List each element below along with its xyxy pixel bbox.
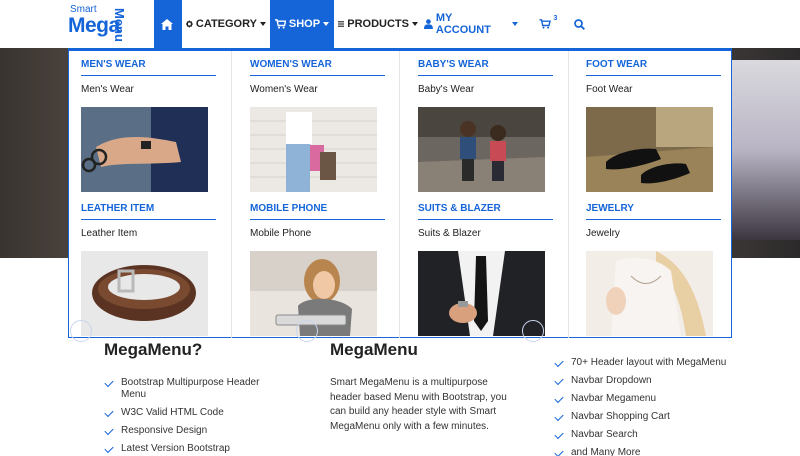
nav-account[interactable]: MY ACCOUNT: [424, 0, 518, 48]
nav-category[interactable]: CATEGORY: [186, 0, 266, 48]
decorative-circle: [522, 320, 544, 342]
cart-icon: [274, 19, 286, 29]
category-link[interactable]: Baby's Wear: [418, 84, 553, 96]
column-divider: [568, 51, 569, 338]
cart-badge: 3: [553, 14, 558, 22]
home-icon: [160, 18, 173, 30]
nav-shop-label: SHOP: [288, 18, 321, 30]
check-icon: [554, 357, 564, 368]
category-link[interactable]: Leather Item: [81, 228, 216, 240]
check-icon: [104, 377, 114, 388]
menu-icon: [338, 21, 345, 27]
category-jewelry: JEWELRY Jewelry: [586, 203, 721, 336]
hero-background-right: [730, 60, 800, 240]
list-item: 70+ Header layout with MegaMenu: [554, 357, 754, 369]
category-link[interactable]: Men's Wear: [81, 84, 216, 96]
column-divider: [399, 51, 400, 338]
leather-item-image[interactable]: [81, 251, 208, 336]
category-leather-item: LEATHER ITEM Leather Item: [81, 203, 216, 336]
list-item: Navbar Megamenu: [554, 393, 754, 405]
category-link[interactable]: Foot Wear: [586, 84, 721, 96]
logo[interactable]: Smart Mega Menu: [68, 4, 130, 44]
right-feature-list: 70+ Header layout with MegaMenu Navbar D…: [554, 357, 754, 456]
left-feature-list: Bootstrap Multipurpose Header Menu W3C V…: [104, 377, 274, 456]
left-section-title: MegaMenu?: [104, 340, 203, 359]
center-section-title: MegaMenu: [330, 340, 418, 359]
list-item: Navbar Dropdown: [554, 375, 754, 387]
nav-products-label: PRODUCTS: [347, 18, 409, 30]
check-icon: [104, 407, 114, 418]
list-item: Latest Version Bootstrap: [104, 443, 274, 455]
decorative-circle: [70, 320, 92, 342]
babys-wear-image[interactable]: [418, 107, 545, 192]
chevron-down-icon: [260, 22, 266, 26]
jewelry-image[interactable]: [586, 251, 713, 336]
nav-category-label: CATEGORY: [195, 18, 257, 30]
check-icon: [554, 447, 564, 456]
chevron-down-icon: [412, 22, 418, 26]
category-mobile-phone: MOBILE PHONE Mobile Phone: [250, 203, 385, 336]
mens-wear-image[interactable]: [81, 107, 208, 192]
nav-search[interactable]: [570, 0, 592, 48]
list-item: Navbar Shopping Cart: [554, 411, 754, 423]
category-babys-wear: BABY'S WEAR Baby's Wear: [418, 59, 553, 192]
nav-home[interactable]: [154, 0, 182, 48]
list-item: Navbar Search: [554, 429, 754, 441]
category-title[interactable]: JEWELRY: [586, 203, 721, 220]
category-title[interactable]: WOMEN'S WEAR: [250, 59, 385, 76]
category-title[interactable]: SUITS & BLAZER: [418, 203, 553, 220]
category-link[interactable]: Mobile Phone: [250, 228, 385, 240]
search-icon: [574, 18, 585, 30]
user-icon: [424, 19, 433, 29]
nav-products[interactable]: PRODUCTS: [338, 0, 418, 48]
chevron-down-icon: [512, 22, 518, 26]
check-icon: [554, 393, 564, 404]
category-link[interactable]: Suits & Blazer: [418, 228, 553, 240]
check-icon: [554, 375, 564, 386]
logo-menu: Menu: [112, 8, 127, 42]
check-icon: [104, 425, 114, 436]
check-icon: [554, 411, 564, 422]
category-title[interactable]: BABY'S WEAR: [418, 59, 553, 76]
list-item: Bootstrap Multipurpose Header Menu: [104, 377, 274, 401]
category-title[interactable]: LEATHER ITEM: [81, 203, 216, 220]
cart-icon: [539, 19, 551, 29]
category-link[interactable]: Jewelry: [586, 228, 721, 240]
center-paragraph: Smart MegaMenu is a multipurpose header …: [330, 377, 507, 432]
foot-wear-image[interactable]: [586, 107, 713, 192]
category-title[interactable]: MEN'S WEAR: [81, 59, 216, 76]
column-divider: [231, 51, 232, 338]
category-title[interactable]: MOBILE PHONE: [250, 203, 385, 220]
chevron-down-icon: [323, 22, 330, 26]
mega-menu-panel: MEN'S WEAR Men's Wear WOMEN'S WEAR Women…: [68, 48, 732, 338]
category-title[interactable]: FOOT WEAR: [586, 59, 721, 76]
list-item: and Many More: [554, 447, 754, 456]
decorative-circle: [296, 320, 318, 342]
check-icon: [554, 429, 564, 440]
womens-wear-image[interactable]: [250, 107, 377, 192]
navbar: Smart Mega Menu CATEGORY SHOP PRODUCTS M…: [0, 0, 800, 48]
list-item: Responsive Design: [104, 425, 274, 437]
category-link[interactable]: Women's Wear: [250, 84, 385, 96]
category-womens-wear: WOMEN'S WEAR Women's Wear: [250, 59, 385, 192]
gear-icon: [186, 20, 193, 28]
nav-account-label: MY ACCOUNT: [435, 12, 491, 36]
nav-shop[interactable]: SHOP: [270, 0, 334, 48]
category-foot-wear: FOOT WEAR Foot Wear: [586, 59, 721, 192]
category-suits-blazer: SUITS & BLAZER Suits & Blazer: [418, 203, 553, 336]
list-item: W3C Valid HTML Code: [104, 407, 274, 419]
nav-cart[interactable]: 3: [532, 0, 564, 48]
check-icon: [104, 443, 114, 454]
category-mens-wear: MEN'S WEAR Men's Wear: [81, 59, 216, 192]
